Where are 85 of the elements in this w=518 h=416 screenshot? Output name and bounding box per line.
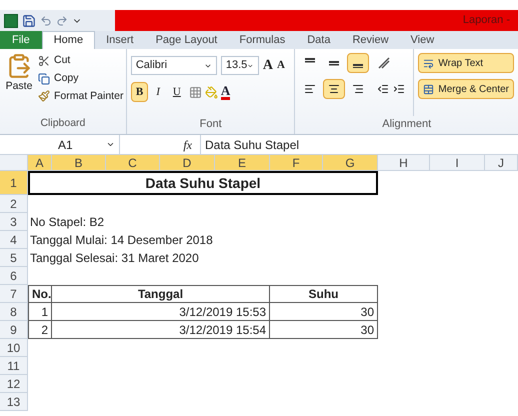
- copy-icon: [38, 72, 50, 85]
- grow-font-button[interactable]: A: [262, 55, 273, 76]
- align-lines-icon: [352, 83, 364, 95]
- row-header[interactable]: 13: [0, 393, 28, 411]
- orientation-icon[interactable]: [377, 56, 392, 70]
- column-header[interactable]: G: [323, 155, 378, 171]
- format-painter-button[interactable]: Format Painter: [38, 88, 124, 104]
- group-label: Clipboard: [39, 116, 86, 132]
- horizontal-align-button[interactable]: [323, 79, 346, 99]
- table-cell: 2: [28, 321, 52, 339]
- wrap-text-button[interactable]: Wrap Text: [418, 53, 514, 73]
- italic-button[interactable]: I: [151, 82, 165, 102]
- decrease-indent-icon[interactable]: [377, 83, 390, 95]
- row-header[interactable]: 5: [0, 249, 28, 267]
- row-header[interactable]: 9: [0, 321, 28, 339]
- table-cell-text: No Stapel: B2: [29, 214, 106, 231]
- font-color-button[interactable]: A: [220, 84, 230, 100]
- row-header[interactable]: 2: [0, 195, 28, 213]
- font-family-field[interactable]: Calibri: [130, 56, 217, 75]
- row-header[interactable]: 8: [0, 303, 28, 321]
- column-header[interactable]: C: [106, 155, 160, 171]
- column-header[interactable]: E: [215, 155, 270, 171]
- table-cell-text: Tanggal Selesai: 31 Maret 2020: [29, 250, 200, 267]
- table-cell: 3/12/2019 15:53: [52, 303, 270, 321]
- wrap-text-icon: [423, 58, 434, 68]
- row-header[interactable]: 6: [0, 267, 28, 285]
- align-lines-icon: [328, 83, 340, 95]
- function-label[interactable]: fx: [120, 136, 200, 154]
- name-box[interactable]: A1: [0, 135, 120, 154]
- column-heading: No.: [28, 285, 52, 303]
- row-header[interactable]: 11: [0, 357, 28, 375]
- row-header[interactable]: 3: [0, 213, 28, 231]
- ribbon-tab[interactable]: Review: [341, 31, 400, 49]
- group-label: Font: [198, 116, 223, 132]
- row-header[interactable]: 1: [0, 171, 28, 195]
- column-header[interactable]: B: [52, 155, 106, 171]
- row-header[interactable]: 4: [0, 231, 28, 249]
- borders-icon[interactable]: [188, 86, 202, 98]
- align-lines-icon: [304, 83, 316, 95]
- column-heading: Suhu: [270, 285, 378, 303]
- row-header[interactable]: 12: [0, 375, 28, 393]
- column-header[interactable]: F: [270, 155, 323, 171]
- window-title: Laporan -: [462, 13, 510, 28]
- shrink-font-button[interactable]: A: [276, 57, 285, 74]
- column-header[interactable]: J: [485, 155, 518, 171]
- cut-button[interactable]: Cut: [38, 53, 124, 69]
- column-header[interactable]: A: [28, 155, 52, 171]
- bold-button[interactable]: B: [130, 82, 148, 102]
- column-header[interactable]: D: [160, 155, 215, 171]
- increase-indent-icon[interactable]: [393, 83, 406, 95]
- merge-cells-icon: [423, 84, 434, 94]
- paste-button[interactable]: Paste: [0, 53, 38, 116]
- ribbon-tab[interactable]: Page Layout: [144, 31, 228, 49]
- dropdown-icon: [106, 140, 115, 149]
- table-cell: 30: [270, 321, 378, 339]
- formula-field[interactable]: Data Suhu Stapel: [200, 135, 518, 154]
- table-cell: 1: [28, 303, 52, 321]
- ribbon-tab[interactable]: Insert: [95, 31, 145, 49]
- ribbon-tab[interactable]: Home: [42, 31, 96, 49]
- copy-button[interactable]: Copy: [38, 70, 124, 86]
- scissors-icon: [38, 54, 50, 67]
- title-cell: Data Suhu Stapel: [28, 171, 378, 195]
- table-cell-text: Tanggal Mulai: 14 Desember 2018: [29, 232, 214, 249]
- file-tab[interactable]: File: [0, 31, 42, 49]
- merge-center-button[interactable]: Merge & Center: [418, 79, 514, 99]
- save-icon[interactable]: [22, 14, 36, 28]
- align-lines-icon: [328, 58, 340, 68]
- column-header[interactable]: H: [378, 155, 430, 171]
- redo-icon[interactable]: [56, 14, 68, 26]
- font-size-field[interactable]: 13.5: [220, 56, 259, 75]
- fill-color-icon[interactable]: [204, 86, 218, 98]
- ribbon-tab[interactable]: View: [400, 31, 446, 49]
- underline-button[interactable]: U: [168, 82, 186, 102]
- row-header[interactable]: 10: [0, 339, 28, 357]
- column-heading: Tanggal: [52, 285, 270, 303]
- group-label: Alignment: [381, 116, 432, 132]
- undo-icon[interactable]: [40, 14, 52, 26]
- table-cell: 3/12/2019 15:54: [52, 321, 270, 339]
- paintbrush-icon: [38, 90, 50, 102]
- table-cell: 30: [270, 303, 378, 321]
- row-header[interactable]: 7: [0, 285, 28, 303]
- ribbon-tab[interactable]: Data: [296, 31, 342, 49]
- ribbon-tab[interactable]: Formulas: [228, 31, 296, 49]
- column-header[interactable]: I: [430, 155, 485, 171]
- vertical-align-button[interactable]: [347, 53, 370, 73]
